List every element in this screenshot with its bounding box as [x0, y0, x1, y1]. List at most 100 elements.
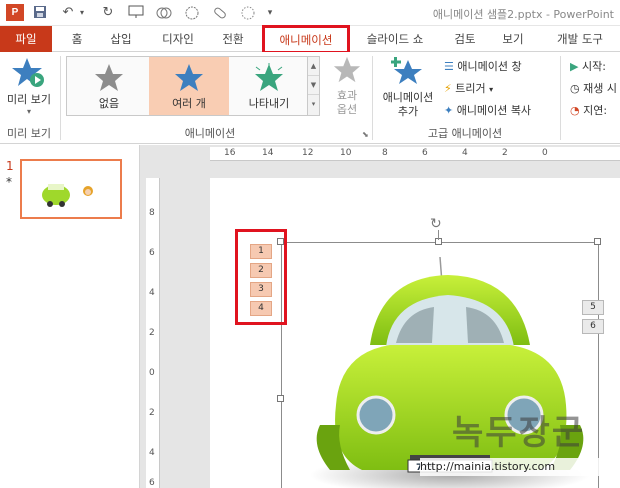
gallery-item-none[interactable]: 없음 [69, 57, 149, 115]
trigger-dropdown-icon: ▾ [489, 85, 494, 94]
shape-combine-icon[interactable] [184, 5, 200, 21]
advanced-group-label: 고급 애니메이션 [427, 127, 503, 140]
add-animation-icon [391, 57, 422, 84]
animation-dialog-launcher-icon[interactable]: ⬊ [362, 130, 369, 139]
delay-label: 지연: [583, 104, 608, 117]
ruler-label: 6 [149, 248, 155, 258]
gallery-item-label: 여러 개 [172, 97, 206, 110]
ruler-label: 8 [149, 208, 155, 218]
start-label: 시작: [581, 60, 606, 73]
add-animation-label: 애니메이션 추가 [382, 91, 434, 118]
star-gray-icon [95, 64, 123, 91]
start-option[interactable]: ▶ 시작: [570, 58, 606, 74]
gallery-item-appear[interactable]: 나타내기 [229, 57, 309, 115]
animation-order-tag[interactable]: 2 [250, 263, 272, 278]
animation-group-label: 애니메이션 [184, 127, 236, 140]
effect-options-star-icon [333, 56, 361, 83]
gallery-item-multiple[interactable]: 여러 개 [149, 57, 229, 115]
animation-pane-label: 애니메이션 창 [457, 60, 522, 73]
animation-order-tag[interactable]: 1 [250, 244, 272, 259]
clock-icon: ◷ [570, 82, 580, 95]
vertical-ruler: 8 6 4 2 0 2 4 6 [146, 178, 160, 488]
preview-button[interactable]: 미리 보기 ▾ [2, 56, 56, 116]
group-separator [560, 56, 561, 140]
tab-animations[interactable]: 애니메이션 [264, 26, 348, 53]
preview-star-icon [12, 58, 44, 87]
watermark-url: http://mainia.tistory.com [420, 458, 610, 476]
gallery-scroll: ▲ ▼ ▾ [307, 57, 319, 115]
ruler-label: 4 [149, 288, 155, 298]
thumbnail-car-image [42, 184, 93, 207]
resize-handle[interactable] [594, 238, 601, 245]
gallery-item-label: 없음 [98, 97, 120, 110]
shape-intersect-icon[interactable] [240, 5, 256, 21]
ruler-label: 6 [149, 478, 155, 488]
trigger-button[interactable]: ⚡ 트리거 ▾ [444, 80, 493, 96]
resize-handle[interactable] [277, 238, 284, 245]
effect-options-button[interactable]: 효과 옵션 [326, 56, 368, 124]
tab-review[interactable]: 검토 [446, 26, 484, 52]
gallery-item-label: 나타내기 [248, 97, 290, 110]
slide-thumbnail[interactable] [20, 159, 122, 219]
tab-developer[interactable]: 개발 도구 [548, 26, 612, 52]
tab-file[interactable]: 파일 [0, 26, 52, 52]
tab-slide-show[interactable]: 슬라이드 쇼 [356, 26, 434, 52]
group-separator [60, 56, 61, 140]
title-bar: P ↶ ▾ ↻ ▾ 애니메이션 샘플2.pptx - PowerPoint [0, 0, 620, 26]
tab-insert[interactable]: 삽입 [102, 26, 140, 52]
effect-options-label: 효과 옵션 [336, 89, 358, 116]
ruler-label: 2 [502, 148, 508, 158]
ruler-label: 0 [542, 148, 548, 158]
ruler-label: 2 [149, 328, 155, 338]
ruler-label: 10 [340, 148, 352, 158]
delay-option[interactable]: ◔ 지연: [570, 102, 607, 118]
tab-design[interactable]: 디자인 [152, 26, 204, 52]
animation-order-tag[interactable]: 3 [250, 282, 272, 297]
undo-dropdown-icon[interactable]: ▾ [74, 5, 90, 21]
animation-painter-label: 애니메이션 복사 [456, 104, 532, 117]
animation-order-tag[interactable]: 6 [582, 319, 604, 334]
gallery-scroll-down-icon[interactable]: ▼ [308, 76, 319, 95]
tab-transitions[interactable]: 전환 [214, 26, 252, 52]
document-title: 애니메이션 샘플2.pptx - PowerPoint [432, 8, 614, 21]
lightning-icon: ⚡ [444, 82, 452, 95]
animation-pane-button[interactable]: ☰ 애니메이션 창 [444, 58, 522, 74]
slide-thumbnail-pane: 1 * [0, 145, 140, 488]
add-animation-button[interactable]: 애니메이션 추가 [376, 56, 440, 126]
shape-fragment-icon[interactable] [212, 5, 228, 21]
ruler-label: 14 [262, 148, 274, 158]
delay-icon: ◔ [570, 104, 580, 117]
animation-pane-icon: ☰ [444, 60, 454, 73]
shape-union-icon[interactable] [156, 5, 172, 21]
gallery-more-icon[interactable]: ▾ [308, 95, 319, 114]
star-burst-green-icon [255, 63, 283, 91]
ruler-label: 12 [302, 148, 314, 158]
animation-painter-button[interactable]: ✦ 애니메이션 복사 [444, 102, 531, 118]
rotate-handle-icon[interactable]: ↻ [430, 216, 442, 232]
painter-icon: ✦ [444, 104, 454, 117]
ruler-label: 2 [149, 408, 155, 418]
playback-label: 재생 시 [583, 82, 617, 95]
animation-gallery: 없음 여러 개 나타내기 ▲ ▼ ▾ [66, 56, 320, 116]
tab-home[interactable]: 홈 [62, 26, 92, 52]
star-blue-icon [175, 64, 203, 91]
save-icon[interactable] [32, 5, 48, 21]
redo-icon[interactable]: ↻ [100, 5, 116, 21]
ruler-label: 6 [422, 148, 428, 158]
ruler-label: 8 [382, 148, 388, 158]
ruler-label: 0 [149, 368, 155, 378]
start-play-icon: ▶ [570, 60, 579, 73]
playback-option[interactable]: ◷ 재생 시 [570, 80, 617, 96]
tab-view[interactable]: 보기 [494, 26, 532, 52]
resize-handle[interactable] [277, 395, 284, 402]
customize-qat-icon[interactable]: ▾ [262, 5, 278, 21]
gallery-scroll-up-icon[interactable]: ▲ [308, 57, 319, 76]
animation-order-tag[interactable]: 4 [250, 301, 272, 316]
preview-group-label: 미리 보기 [7, 127, 51, 140]
start-slideshow-icon[interactable] [128, 5, 144, 21]
animation-order-tag[interactable]: 5 [582, 300, 604, 315]
group-separator [372, 56, 373, 140]
animation-marker: * [6, 175, 12, 189]
preview-dropdown-icon[interactable]: ▾ [2, 107, 56, 116]
ribbon-tabs: 파일 홈 삽입 디자인 전환 애니메이션 슬라이드 쇼 검토 보기 개발 도구 [0, 26, 620, 53]
